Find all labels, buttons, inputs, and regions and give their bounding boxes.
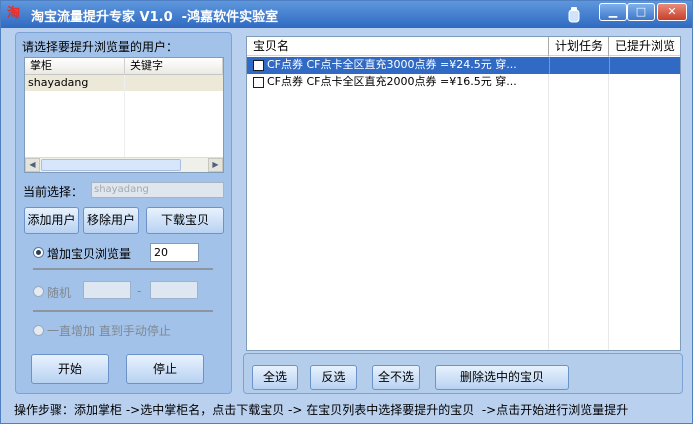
user-list[interactable]: 掌柜 关键字 shayadang ◀ ▶ — [24, 57, 224, 173]
column-header-owner[interactable]: 掌柜 — [25, 58, 125, 75]
column-divider — [548, 56, 549, 350]
item-name-cell: CF点券 CF点卡全区直充2000点券 =¥16.5元 穿... — [267, 75, 517, 88]
scroll-left-icon[interactable]: ◀ — [25, 158, 40, 172]
column-header-done[interactable]: 已提升浏览 — [609, 37, 680, 56]
radio-selected-dot — [36, 250, 41, 255]
action-bar: 全选 反选 全不选 删除选中的宝贝 — [243, 353, 683, 394]
add-user-button[interactable]: 添加用户 — [24, 207, 79, 234]
random-dash: - — [137, 284, 142, 298]
minimize-icon: ▁ — [608, 5, 618, 18]
maximize-button[interactable]: □ — [627, 3, 655, 21]
title-bar[interactable]: 淘 淘宝流量提升专家 V1.0 -鸿嘉软件实验室 ▁ □ ✕ — [1, 1, 692, 28]
item-checkbox[interactable] — [253, 60, 264, 71]
minimize-button[interactable]: ▁ — [599, 3, 627, 21]
instructions-status: 操作步骤：添加掌柜 ->选中掌柜名，点击下载宝贝 -> 在宝贝列表中选择要提升的… — [14, 403, 629, 417]
random-label: 随机 — [47, 286, 72, 300]
column-header-item-name[interactable]: 宝贝名 — [247, 37, 549, 56]
item-done-cell — [609, 57, 680, 74]
remove-user-button[interactable]: 移除用户 — [83, 207, 139, 234]
main-window: 淘 淘宝流量提升专家 V1.0 -鸿嘉软件实验室 ▁ □ ✕ 请选择要提升浏览量… — [0, 0, 693, 424]
horizontal-scrollbar[interactable]: ◀ ▶ — [25, 157, 223, 172]
user-panel: 请选择要提升浏览量的用户： 掌柜 关键字 shayadang ◀ ▶ 当前选择：… — [15, 32, 232, 394]
scroll-right-icon[interactable]: ▶ — [208, 158, 223, 172]
column-header-plan[interactable]: 计划任务 — [549, 37, 609, 56]
column-divider — [608, 56, 609, 350]
close-icon: ✕ — [667, 5, 677, 18]
item-name-cell: CF点券 CF点卡全区直充3000点券 =¥24.5元 穿... — [267, 58, 517, 71]
item-list-header: 宝贝名 计划任务 已提升浏览 — [247, 37, 680, 56]
close-button[interactable]: ✕ — [657, 3, 687, 21]
continuous-radio[interactable] — [33, 325, 44, 336]
continuous-label: 一直增加 直到手动停止 — [47, 324, 171, 338]
increase-views-radio[interactable] — [33, 247, 44, 258]
item-plan-cell — [549, 57, 609, 74]
stop-button[interactable]: 停止 — [126, 354, 204, 384]
item-done-cell — [609, 74, 680, 91]
separator — [33, 310, 213, 312]
random-radio[interactable] — [33, 286, 44, 297]
download-items-button[interactable]: 下载宝贝 — [146, 207, 224, 234]
skin-icon[interactable] — [566, 6, 582, 24]
select-none-button[interactable]: 全不选 — [372, 365, 420, 390]
random-min-input[interactable] — [83, 281, 131, 299]
separator — [33, 268, 213, 270]
current-selection-label: 当前选择： — [23, 185, 84, 199]
column-divider — [124, 75, 125, 157]
start-button[interactable]: 开始 — [31, 354, 109, 384]
user-list-header: 掌柜 关键字 — [25, 58, 223, 75]
current-selection-field[interactable]: shayadang — [91, 182, 224, 198]
scroll-thumb[interactable] — [41, 159, 181, 171]
app-logo-icon: 淘 — [7, 6, 21, 21]
item-row[interactable]: CF点券 CF点卡全区直充2000点券 =¥16.5元 穿... — [247, 74, 680, 91]
item-checkbox[interactable] — [253, 77, 264, 88]
increase-views-label: 增加宝贝浏览量 — [47, 247, 132, 261]
delete-selected-button[interactable]: 删除选中的宝贝 — [435, 365, 569, 390]
column-header-keyword[interactable]: 关键字 — [125, 58, 223, 75]
user-name-cell: shayadang — [28, 76, 89, 89]
random-max-input[interactable] — [150, 281, 198, 299]
item-list[interactable]: 宝贝名 计划任务 已提升浏览 CF点券 CF点卡全区直充3000点券 =¥24.… — [246, 36, 681, 351]
select-all-button[interactable]: 全选 — [252, 365, 298, 390]
increase-count-input[interactable]: 20 — [150, 243, 199, 262]
maximize-icon: □ — [635, 5, 647, 18]
item-plan-cell — [549, 74, 609, 91]
user-prompt: 请选择要提升浏览量的用户： — [22, 40, 179, 54]
invert-selection-button[interactable]: 反选 — [310, 365, 357, 390]
item-row[interactable]: CF点券 CF点卡全区直充3000点券 =¥24.5元 穿... — [247, 57, 680, 74]
window-title: 淘宝流量提升专家 V1.0 -鸿嘉软件实验室 — [31, 10, 279, 25]
